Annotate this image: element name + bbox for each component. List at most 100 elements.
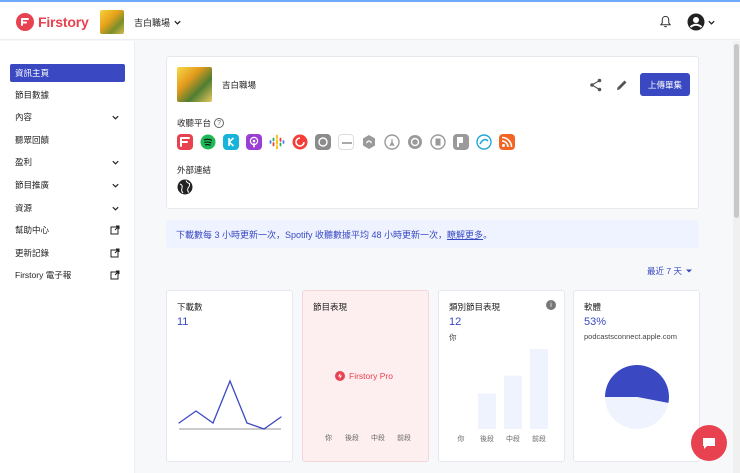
category-tick-label: 你 bbox=[458, 434, 465, 443]
category-performance-chart: 你 後段 中段 前段 bbox=[458, 349, 548, 443]
chevron-down-icon bbox=[708, 20, 715, 25]
sidebar-item-resources[interactable]: 資源 bbox=[10, 199, 125, 217]
notice-text: 下載數每 3 小時更新一次，Spotify 收聽數據平均 48 小時更新一次， bbox=[176, 229, 448, 240]
sidebar-item-label: 資訊主頁 bbox=[15, 68, 50, 78]
category-bar bbox=[530, 349, 548, 429]
sidebar-item-label: 節目推廣 bbox=[15, 180, 50, 190]
logo-text: Firstory bbox=[38, 14, 89, 30]
x-label: 你 bbox=[325, 435, 332, 442]
software-card[interactable]: 軟體 53% podcastsconnect.apple.com bbox=[573, 290, 700, 462]
sidebar-item-label: 內容 bbox=[15, 112, 33, 122]
sidebar-item-feedback[interactable]: 聽眾回饋 bbox=[10, 131, 125, 149]
chat-icon bbox=[703, 438, 715, 449]
upload-episode-button[interactable]: 上傳單集 bbox=[640, 73, 690, 96]
podcast-addict-icon[interactable] bbox=[361, 134, 377, 150]
date-range-select[interactable]: 最近 7 天 bbox=[647, 265, 693, 277]
castbox-icon[interactable] bbox=[315, 134, 331, 150]
sidebar-item-label: 盈利 bbox=[15, 157, 33, 167]
user-menu[interactable] bbox=[687, 13, 716, 31]
google-podcasts-icon[interactable] bbox=[269, 134, 285, 150]
account-icon bbox=[687, 13, 705, 31]
sidebar-item-show-data[interactable]: 節目數據 bbox=[10, 86, 125, 104]
downloads-point bbox=[280, 416, 282, 418]
episode-performance-card[interactable]: 節目表現 Firstory Pro 你 後段 中段 前段 bbox=[302, 290, 429, 462]
caret-down-icon bbox=[685, 269, 692, 273]
external-link-icon bbox=[110, 270, 120, 280]
show-title: 吉白職場 bbox=[222, 80, 257, 90]
category-bar bbox=[504, 375, 522, 429]
pie-slice bbox=[605, 397, 669, 429]
apple-podcasts-icon[interactable] bbox=[246, 134, 262, 150]
sidebar-item-promotion[interactable]: 節目推廣 bbox=[10, 176, 125, 194]
x-label: 後段 bbox=[345, 435, 359, 442]
sidebar-item-help-center[interactable]: 幫助中心 bbox=[10, 221, 125, 239]
spotify-icon[interactable] bbox=[200, 134, 216, 150]
category-tick-label: 後段 bbox=[480, 434, 494, 443]
episode-performance-title: 節目表現 bbox=[313, 302, 348, 312]
firstory-logo-icon bbox=[16, 13, 34, 31]
chevron-down-icon bbox=[112, 206, 119, 211]
podbean-icon[interactable] bbox=[407, 134, 423, 150]
chat-button[interactable] bbox=[691, 425, 727, 461]
sidebar-item-newsletter[interactable]: Firstory 電子報 bbox=[10, 266, 125, 284]
downloads-point bbox=[229, 380, 231, 382]
sidebar-item-label: 節目數據 bbox=[15, 90, 50, 100]
show-switcher-label: 吉白職場 bbox=[134, 18, 171, 28]
kkbox-icon[interactable] bbox=[223, 134, 239, 150]
sidebar: 資訊主頁 節目數據 內容 聽眾回饋 盈利 節目推廣 資源 幫助中心 更新記錄 F… bbox=[0, 41, 135, 473]
external-links-label: 外部連結 bbox=[177, 165, 212, 175]
update-notice: 下載數每 3 小時更新一次，Spotify 收聽數據平均 48 小時更新一次，瞭… bbox=[166, 220, 699, 248]
sidebar-item-label: Firstory 電子報 bbox=[15, 270, 72, 280]
platforms-heading: 收聽平台 ? bbox=[177, 117, 225, 129]
category-performance-card[interactable]: 類別節目表現 i 12 你 你後段 中段 前段 bbox=[438, 290, 565, 462]
category-bar bbox=[478, 393, 496, 429]
soundon-icon[interactable] bbox=[338, 134, 354, 150]
firstory-logo[interactable]: Firstory bbox=[16, 13, 89, 31]
globe-icon[interactable] bbox=[177, 179, 193, 197]
help-icon[interactable]: ? bbox=[214, 118, 225, 128]
pro-label: Firstory Pro bbox=[349, 371, 393, 381]
sidebar-item-monetization[interactable]: 盈利 bbox=[10, 153, 125, 171]
learn-more-link[interactable]: 瞭解更多 bbox=[447, 228, 483, 241]
show-card: 吉白職場 上傳單集 收聽平台 ? 外部連結 bbox=[166, 56, 699, 209]
date-range-label: 最近 7 天 bbox=[647, 266, 682, 276]
show-thumbnail[interactable] bbox=[100, 10, 124, 34]
chevron-down-icon bbox=[174, 20, 181, 25]
overcast-icon[interactable] bbox=[384, 134, 400, 150]
platforms-label: 收聽平台 bbox=[177, 118, 212, 128]
himalaya-icon[interactable] bbox=[476, 134, 492, 150]
notice-end: 。 bbox=[483, 229, 493, 240]
downloads-point bbox=[195, 410, 197, 412]
share-icon[interactable] bbox=[588, 77, 604, 93]
lightning-icon bbox=[335, 371, 345, 381]
bell-icon[interactable] bbox=[659, 15, 672, 30]
chevron-down-icon bbox=[112, 115, 119, 120]
downloads-point bbox=[212, 422, 214, 424]
downloads-point bbox=[246, 422, 248, 424]
pocket-casts-icon[interactable] bbox=[292, 134, 308, 150]
rss-icon[interactable] bbox=[499, 134, 515, 150]
chevron-down-icon bbox=[112, 160, 119, 165]
sidebar-item-dashboard[interactable]: 資訊主頁 bbox=[10, 64, 125, 82]
downloads-point bbox=[178, 422, 180, 424]
podcast-republic-icon[interactable] bbox=[453, 134, 469, 150]
downloads-chart bbox=[178, 379, 282, 430]
downloads-series-line bbox=[178, 379, 282, 430]
external-link-icon bbox=[110, 248, 120, 258]
edit-icon[interactable] bbox=[614, 77, 630, 93]
category-tick-label: 前段 bbox=[532, 434, 546, 443]
sidebar-item-label: 幫助中心 bbox=[15, 225, 50, 235]
sidebar-item-label: 資源 bbox=[15, 203, 33, 213]
show-cover bbox=[177, 67, 212, 102]
downloads-card[interactable]: 下載數 11 bbox=[166, 290, 293, 462]
sidebar-item-label: 聽眾回饋 bbox=[15, 135, 50, 145]
top-bar: Firstory 吉白職場 bbox=[0, 0, 740, 40]
sidebar-item-content[interactable]: 內容 bbox=[10, 108, 125, 126]
scrollbar-thumb[interactable] bbox=[734, 44, 739, 218]
sidebar-item-changelog[interactable]: 更新記錄 bbox=[10, 244, 125, 262]
firstory-pro-badge[interactable]: Firstory Pro bbox=[335, 371, 393, 381]
show-switcher[interactable]: 吉白職場 bbox=[134, 16, 182, 29]
firstory-icon[interactable] bbox=[177, 134, 193, 150]
player-fm-icon[interactable] bbox=[430, 134, 446, 150]
x-label: 前段 bbox=[397, 435, 411, 442]
